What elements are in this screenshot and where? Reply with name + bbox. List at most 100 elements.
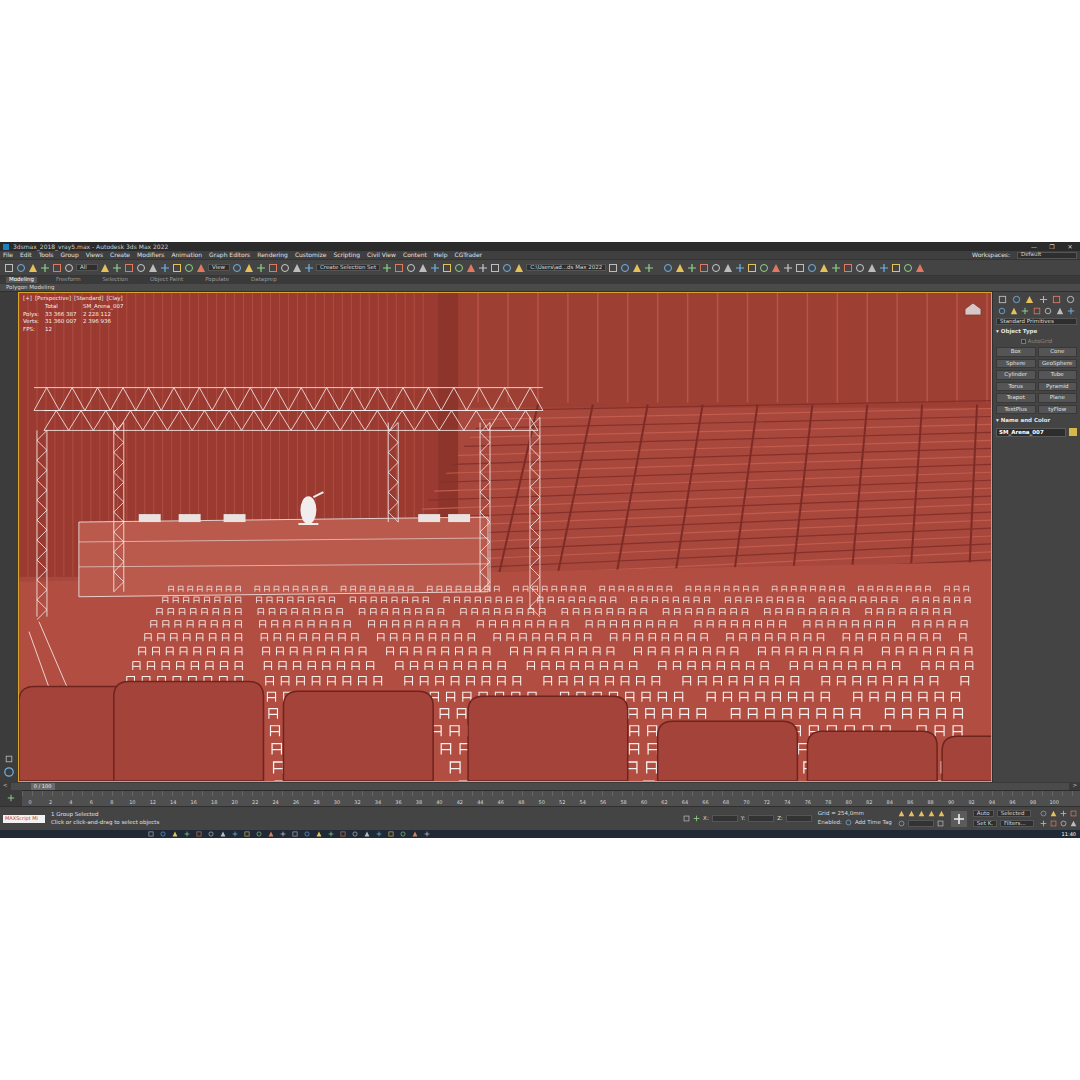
toolbar-tool-icon[interactable] bbox=[891, 263, 901, 273]
create-category-icon[interactable] bbox=[1056, 307, 1064, 315]
taskbar-app-icon[interactable] bbox=[220, 831, 226, 837]
toolbar-tool-icon[interactable] bbox=[148, 263, 158, 273]
playback-icon[interactable] bbox=[918, 810, 925, 817]
taskbar-app-icon[interactable] bbox=[232, 831, 238, 837]
panel-tab-icon[interactable] bbox=[1052, 295, 1061, 304]
toolbar-tool-icon[interactable] bbox=[268, 263, 278, 273]
toolbar-tool-icon[interactable] bbox=[711, 263, 721, 273]
taskbar-app-icon[interactable] bbox=[328, 831, 334, 837]
taskbar-app-icon[interactable] bbox=[352, 831, 358, 837]
toolbar-tool-icon[interactable] bbox=[723, 263, 733, 273]
taskbar-app-icon[interactable] bbox=[208, 831, 214, 837]
create-category-icon[interactable] bbox=[1044, 307, 1052, 315]
toolbar-tool-icon[interactable] bbox=[172, 263, 182, 273]
time-slider-thumb[interactable]: 0 / 100 bbox=[31, 783, 55, 790]
toolbar-tool-icon[interactable] bbox=[903, 263, 913, 273]
toolbar-tool-icon[interactable] bbox=[735, 263, 745, 273]
toolbar-tool-icon[interactable] bbox=[112, 263, 122, 273]
taskbar-app-icon[interactable] bbox=[424, 831, 430, 837]
time-config-icon[interactable] bbox=[937, 820, 944, 827]
menu-item[interactable]: File bbox=[3, 252, 13, 258]
object-type-button[interactable]: TextPlus bbox=[996, 405, 1036, 415]
toolbar-tool-icon[interactable] bbox=[867, 263, 877, 273]
create-category-icon[interactable] bbox=[1033, 307, 1041, 315]
object-type-button[interactable]: Plane bbox=[1038, 393, 1078, 403]
toolbar-tool-icon[interactable] bbox=[304, 263, 314, 273]
ribbon-tab[interactable]: Populate bbox=[202, 277, 232, 283]
time-slider-prev[interactable]: < bbox=[3, 783, 8, 789]
menu-item[interactable]: Rendering bbox=[257, 252, 288, 258]
toolbar-tool-icon[interactable] bbox=[100, 263, 110, 273]
navigation-icon[interactable] bbox=[1060, 820, 1067, 827]
toolbar-tool-icon[interactable] bbox=[28, 263, 38, 273]
toolbar-tool-icon[interactable] bbox=[52, 263, 62, 273]
window-control[interactable]: ❐ bbox=[1045, 244, 1059, 250]
toolbar-tool-icon[interactable] bbox=[502, 263, 512, 273]
rollout-header[interactable]: ▾Object Type bbox=[996, 328, 1077, 336]
menu-item[interactable]: Civil View bbox=[367, 252, 396, 258]
viewport-label[interactable]: [Perspective] bbox=[35, 296, 71, 302]
ribbon-tab[interactable]: Freeform bbox=[53, 277, 84, 283]
create-category-icon[interactable] bbox=[1067, 307, 1075, 315]
toolbar-tool-icon[interactable] bbox=[466, 263, 476, 273]
toolbar-tool-icon[interactable] bbox=[184, 263, 194, 273]
perspective-viewport[interactable]: [+][Perspective][Standard][Clay]TotalSM_… bbox=[18, 292, 992, 782]
toolbar-tool-icon[interactable] bbox=[843, 263, 853, 273]
project-path-dropdown[interactable]: C:\Users\ad...ds Max 2022 bbox=[526, 264, 606, 271]
menu-item[interactable]: Customize bbox=[295, 252, 327, 258]
selection-filter-dropdown[interactable]: All bbox=[76, 264, 98, 271]
key-filter-dropdown[interactable]: Selected bbox=[997, 810, 1031, 817]
toolbar-tool-icon[interactable] bbox=[16, 263, 26, 273]
toolbar-tool-icon[interactable] bbox=[454, 263, 464, 273]
toolbar-tool-icon[interactable] bbox=[644, 263, 654, 273]
taskbar-app-icon[interactable] bbox=[292, 831, 298, 837]
toolbar-tool-icon[interactable] bbox=[675, 263, 685, 273]
viewport-label[interactable]: [Clay] bbox=[106, 296, 122, 302]
set-key-button[interactable] bbox=[951, 811, 967, 827]
viewport-label[interactable]: [Standard] bbox=[74, 296, 103, 302]
toolbar-tool-icon[interactable] bbox=[687, 263, 697, 273]
object-type-button[interactable]: Sphere bbox=[996, 359, 1036, 369]
menu-item[interactable]: Graph Editors bbox=[209, 252, 250, 258]
object-color-swatch[interactable] bbox=[1069, 428, 1077, 436]
key-filters-button[interactable]: Filters... bbox=[1000, 820, 1034, 827]
menu-item[interactable]: Group bbox=[60, 252, 78, 258]
taskbar-app-icon[interactable] bbox=[316, 831, 322, 837]
toolbar-tool-icon[interactable] bbox=[40, 263, 50, 273]
toolbar-tool-icon[interactable] bbox=[879, 263, 889, 273]
panel-tab-icon[interactable] bbox=[1039, 295, 1048, 304]
object-type-button[interactable]: Teapot bbox=[996, 393, 1036, 403]
toolbar-tool-icon[interactable] bbox=[855, 263, 865, 273]
navigation-icon[interactable] bbox=[1050, 810, 1057, 817]
selection-set-dropdown[interactable]: Create Selection Set bbox=[316, 264, 380, 271]
lock-icon[interactable] bbox=[693, 815, 700, 822]
toolbar-tool-icon[interactable] bbox=[280, 263, 290, 273]
object-type-button[interactable]: Pyramid bbox=[1038, 382, 1078, 392]
playback-icon[interactable] bbox=[908, 810, 915, 817]
menu-item[interactable]: Edit bbox=[20, 252, 32, 258]
toolbar-tool-icon[interactable] bbox=[256, 263, 266, 273]
isolate-icon[interactable] bbox=[683, 815, 690, 822]
taskbar-app-icon[interactable] bbox=[268, 831, 274, 837]
current-frame-field[interactable] bbox=[908, 820, 934, 827]
toolbar-tool-icon[interactable] bbox=[160, 263, 170, 273]
menu-item[interactable]: Help bbox=[434, 252, 448, 258]
coord-field[interactable] bbox=[712, 815, 738, 822]
autogrid-checkbox[interactable]: AutoGrid bbox=[996, 339, 1077, 345]
toolbar-tool-icon[interactable] bbox=[442, 263, 452, 273]
menu-item[interactable]: Tools bbox=[39, 252, 54, 258]
toolbar-tool-icon[interactable] bbox=[382, 263, 392, 273]
toolbar-tool-icon[interactable] bbox=[124, 263, 134, 273]
toolbar-tool-icon[interactable] bbox=[747, 263, 757, 273]
viewcube-house-icon[interactable] bbox=[963, 301, 983, 317]
create-category-icon[interactable] bbox=[1021, 307, 1029, 315]
object-type-button[interactable]: tyFlow bbox=[1038, 405, 1078, 415]
coord-field[interactable] bbox=[748, 815, 774, 822]
taskbar-app-icon[interactable] bbox=[388, 831, 394, 837]
time-slider-next[interactable]: > bbox=[1072, 783, 1077, 789]
navigation-icon[interactable] bbox=[1050, 820, 1057, 827]
taskbar-app-icon[interactable] bbox=[280, 831, 286, 837]
toolbar-tool-icon[interactable] bbox=[795, 263, 805, 273]
ribbon-tab[interactable]: Object Paint bbox=[147, 277, 186, 283]
toolbar-tool-icon[interactable] bbox=[292, 263, 302, 273]
